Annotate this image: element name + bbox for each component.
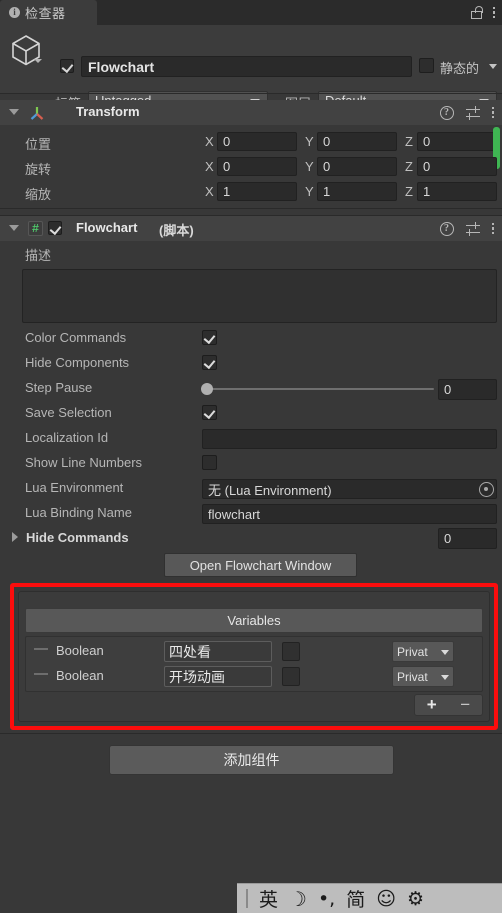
save-selection-checkbox[interactable] [202,405,217,420]
transform-title: Transform [76,104,140,119]
preset-settings-icon[interactable] [465,221,480,236]
flowchart-title: Flowchart [76,220,138,235]
flowchart-subtitle: (脚本) [159,223,194,238]
axis-label-z: Z [405,184,413,199]
flowchart-component-header[interactable]: # Flowchart (脚本) ? [0,216,502,241]
transform-axis-icon [30,107,44,120]
step-pause-slider-track[interactable] [208,388,434,390]
scale-z-input[interactable]: 1 [417,182,497,201]
axis-label-x: X [205,159,214,174]
divider [0,208,502,209]
gameobject-name-input[interactable]: Flowchart [81,56,412,77]
hide-commands-foldout-arrow-icon[interactable] [12,532,18,542]
transform-row-label-position: 位置 [25,137,52,152]
transform-component-header[interactable]: Transform ? [0,100,502,125]
property-label-lua-environment: Lua Environment [25,480,124,495]
tabbar-actions [470,0,495,25]
rotation-y-input[interactable]: 0 [317,157,397,176]
hide-commands-size-input[interactable]: 0 [438,528,497,549]
scale-y-input[interactable]: 1 [317,182,397,201]
transform-header-actions: ? [439,100,494,125]
ime-moon-icon[interactable]: ☽ [289,887,307,911]
show-line-numbers-checkbox[interactable] [202,455,217,470]
transform-row-label-scale: 缩放 [25,187,52,202]
property-label-localization-id: Localization Id [25,430,109,445]
ime-simplified-mode[interactable]: 简 [346,885,365,912]
variables-highlight-annotation [10,583,498,730]
csharp-script-icon: # [28,221,43,236]
step-pause-value-input[interactable]: 0 [438,379,497,400]
cube-dropdown-arrow-icon[interactable] [34,59,42,63]
position-z-input[interactable]: 0 [417,132,497,151]
axis-label-y: Y [305,159,314,174]
ime-toolbar: 英 ☽ •, 简 ☺ ⚙ [237,883,502,913]
ime-emoji-icon[interactable]: ☺ [376,888,396,910]
inspector-tabbar: i 检查器 [0,0,502,25]
axis-label-y: Y [305,184,314,199]
position-y-input[interactable]: 0 [317,132,397,151]
axis-label-y: Y [305,134,314,149]
gameobject-enabled-checkbox[interactable] [60,59,74,73]
transform-foldout-arrow-icon[interactable] [9,109,19,115]
lock-open-icon[interactable] [470,6,483,19]
property-label-save-selection: Save Selection [25,405,112,420]
unity-inspector-window: i 检查器 Flowchart 静态的 标签 Untagged 图层 De [0,0,502,913]
object-picker-icon[interactable] [479,482,494,497]
lua-environment-value: 无 (Lua Environment) [208,482,332,498]
kebab-menu-icon[interactable] [491,106,494,119]
static-label: 静态的 [440,61,480,76]
open-flowchart-window-button[interactable]: Open Flowchart Window [164,553,357,577]
lua-environment-object-field[interactable]: 无 (Lua Environment) [202,479,497,499]
rotation-z-input[interactable]: 0 [417,157,497,176]
property-label-color-commands: Color Commands [25,330,127,345]
divider [0,733,502,734]
divider [0,93,502,94]
property-label-hide-commands: Hide Commands [26,530,129,545]
help-icon[interactable]: ? [439,221,454,236]
help-icon[interactable]: ? [439,105,454,120]
tab-inspector-label: 检查器 [25,6,66,21]
static-checkbox[interactable] [419,58,434,73]
gameobject-header: Flowchart 静态的 标签 Untagged 图层 Default [0,25,502,111]
info-icon: i [9,7,20,18]
step-pause-slider-handle[interactable] [201,383,213,395]
description-label: 描述 [25,248,52,263]
kebab-menu-icon[interactable] [492,6,495,19]
color-commands-checkbox[interactable] [202,330,217,345]
ime-language-mode[interactable]: 英 [259,885,278,912]
ime-punctuation-mode[interactable]: •, [318,888,335,910]
hide-components-checkbox[interactable] [202,355,217,370]
rotation-x-input[interactable]: 0 [217,157,297,176]
axis-label-z: Z [405,134,413,149]
flowchart-foldout-arrow-icon[interactable] [9,225,19,231]
lua-binding-name-input[interactable]: flowchart [202,504,497,524]
add-component-button[interactable]: 添加组件 [109,745,394,775]
property-label-step-pause: Step Pause [25,380,93,395]
property-label-hide-components: Hide Components [25,355,130,370]
position-x-input[interactable]: 0 [217,132,297,151]
ime-drag-handle-icon[interactable] [246,889,248,908]
static-dropdown-arrow-icon[interactable] [489,64,497,69]
scale-x-input[interactable]: 1 [217,182,297,201]
kebab-menu-icon[interactable] [491,222,494,235]
flowchart-header-actions: ? [439,216,494,241]
description-textarea[interactable] [22,269,497,323]
ime-gear-icon[interactable]: ⚙ [407,888,424,910]
property-label-show-line-numbers: Show Line Numbers [25,455,143,470]
flowchart-enabled-checkbox[interactable] [48,221,62,235]
localization-id-input[interactable] [202,429,497,449]
property-label-lua-binding-name: Lua Binding Name [25,505,132,520]
axis-label-z: Z [405,159,413,174]
tab-inspector[interactable]: i 检查器 [0,0,97,25]
axis-label-x: X [205,184,214,199]
preset-settings-icon[interactable] [465,105,480,120]
axis-label-x: X [205,134,214,149]
transform-row-label-rotation: 旋转 [25,162,52,177]
